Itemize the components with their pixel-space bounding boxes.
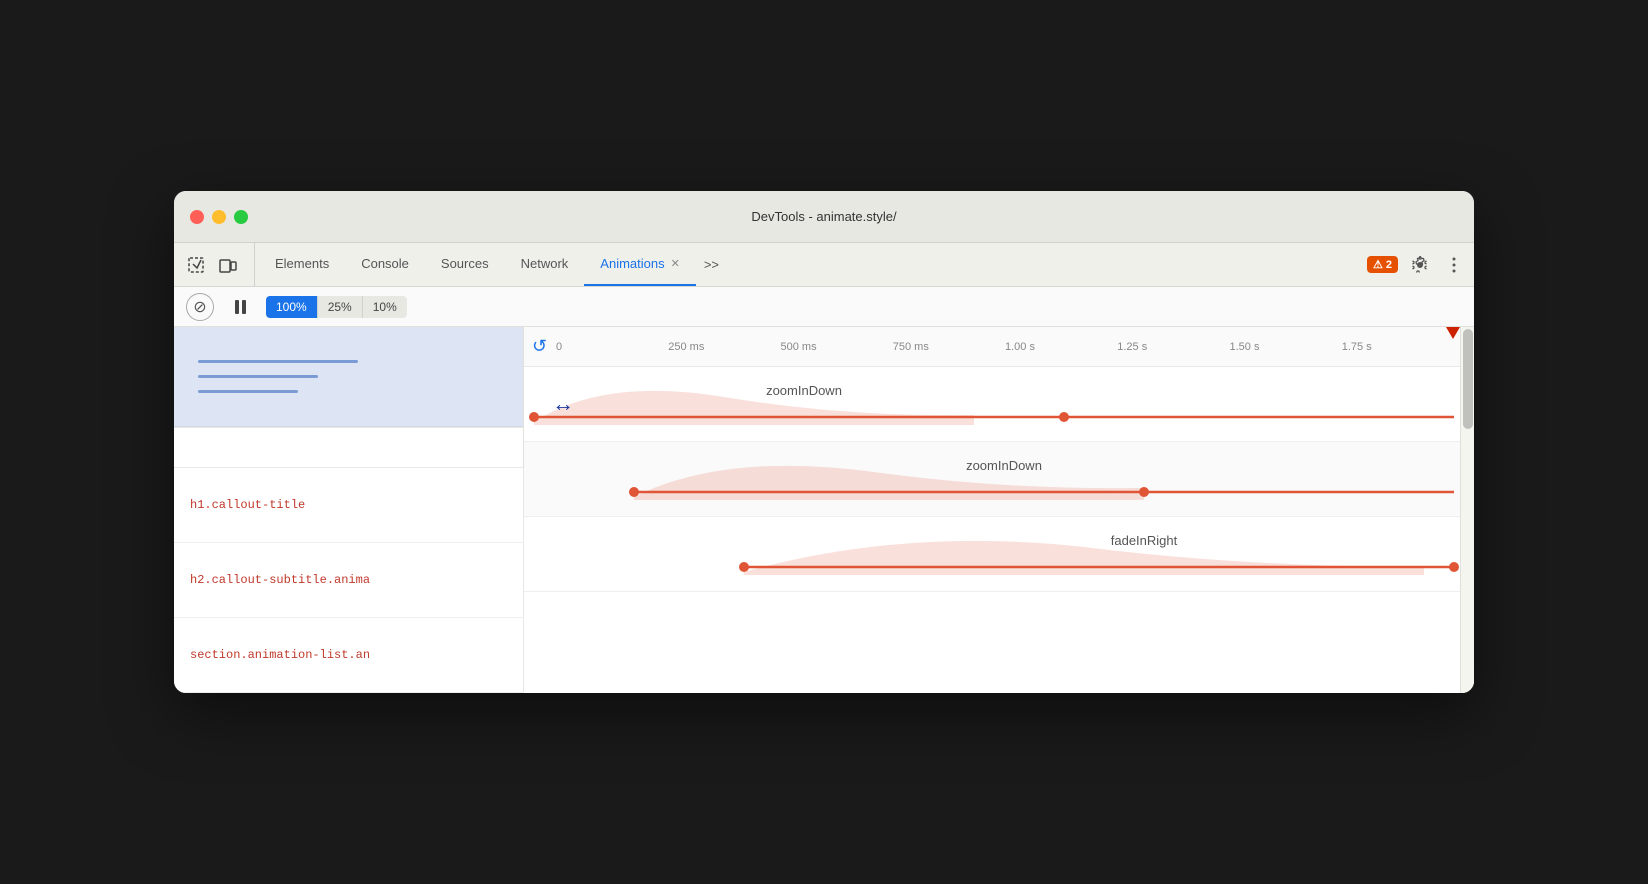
ruler-mark-500: 500 ms — [779, 341, 891, 353]
anim-track-row1: ↔ zoomInDown — [524, 367, 1460, 442]
maximize-button[interactable] — [234, 210, 248, 224]
devtools-panel: Elements Console Sources Network Animati… — [174, 243, 1474, 693]
animation-tracks-column: ↺ 0 250 ms 500 ms 750 ms 1.00 s 1.25 s 1… — [524, 327, 1460, 693]
toolbar-icons — [182, 243, 255, 286]
anim-track-row2: zoomInDown — [524, 442, 1460, 517]
tab-network[interactable]: Network — [505, 243, 585, 286]
speed-25-button[interactable]: 25% — [318, 296, 363, 318]
ruler-mark-175s: 1.75 s — [1340, 341, 1452, 353]
speed-10-button[interactable]: 10% — [363, 296, 407, 318]
svg-text:zoomInDown: zoomInDown — [966, 458, 1042, 473]
svg-text:fadeInRight: fadeInRight — [1111, 533, 1178, 548]
more-options-button[interactable] — [1442, 251, 1466, 279]
ruler-mark-15s: 1.50 s — [1228, 341, 1340, 353]
scrollbar-thumb[interactable] — [1463, 329, 1473, 429]
timeline-ruler: ↺ 0 250 ms 500 ms 750 ms 1.00 s 1.25 s 1… — [524, 327, 1460, 367]
ruler-spacer — [174, 428, 523, 468]
speed-controls: 100% 25% 10% — [266, 296, 407, 318]
tab-close-animations[interactable]: ✕ — [671, 257, 680, 270]
track-svg-row3: fadeInRight — [524, 517, 1460, 591]
animations-panel: ⊘ 100% 25% 10% — [174, 287, 1474, 693]
track-svg-row2: zoomInDown — [524, 442, 1460, 516]
toolbar-right: ⚠ 2 — [1359, 243, 1466, 286]
animations-toolbar: ⊘ 100% 25% 10% — [174, 287, 1474, 327]
ruler-mark-750: 750 ms — [891, 341, 1003, 353]
preview-line-3 — [198, 390, 298, 393]
timeline-cursor[interactable] — [1446, 327, 1460, 366]
tab-elements[interactable]: Elements — [259, 243, 345, 286]
inspector-icon[interactable] — [182, 251, 210, 279]
window-title: DevTools - animate.style/ — [751, 209, 896, 224]
animation-tracks: ↔ zoomInDown — [524, 367, 1460, 592]
ruler-mark-0: 0 — [554, 341, 666, 353]
clear-animations-button[interactable]: ⊘ — [186, 293, 214, 321]
anim-track-row3: fadeInRight — [524, 517, 1460, 592]
devtools-window: DevTools - animate.style/ — [174, 191, 1474, 693]
ruler-mark-250: 250 ms — [666, 341, 778, 353]
tab-sources[interactable]: Sources — [425, 243, 505, 286]
scrollbar[interactable] — [1460, 327, 1474, 693]
pause-animations-button[interactable] — [226, 293, 254, 321]
ruler-mark-1s: 1.00 s — [1003, 341, 1115, 353]
titlebar: DevTools - animate.style/ — [174, 191, 1474, 243]
traffic-lights — [190, 210, 248, 224]
preview-line-2 — [198, 375, 318, 378]
error-badge[interactable]: ⚠ 2 — [1367, 256, 1398, 273]
main-toolbar: Elements Console Sources Network Animati… — [174, 243, 1474, 287]
minimize-button[interactable] — [212, 210, 226, 224]
more-tabs-button[interactable]: >> — [696, 243, 727, 286]
settings-button[interactable] — [1406, 251, 1434, 279]
tab-console[interactable]: Console — [345, 243, 425, 286]
drag-resize-arrow-row1[interactable]: ↔ — [552, 391, 574, 417]
track-svg-row1: zoomInDown — [524, 367, 1460, 441]
tabs-container: Elements Console Sources Network Animati… — [259, 243, 1359, 286]
close-button[interactable] — [190, 210, 204, 224]
animation-labels-column: h1.callout-title h2.callout-subtitle.ani… — [174, 327, 524, 693]
replay-button[interactable]: ↺ — [532, 336, 547, 357]
anim-label-row2[interactable]: h2.callout-subtitle.anima — [174, 543, 524, 618]
anim-label-row3[interactable]: section.animation-list.an — [174, 618, 524, 693]
svg-text:zoomInDown: zoomInDown — [766, 383, 842, 398]
speed-100-button[interactable]: 100% — [266, 296, 318, 318]
preview-line-1 — [198, 360, 358, 363]
device-mode-icon[interactable] — [214, 251, 242, 279]
ruler-marks: 0 250 ms 500 ms 750 ms 1.00 s 1.25 s 1.5… — [554, 341, 1452, 353]
ruler-mark-125s: 1.25 s — [1115, 341, 1227, 353]
animation-timeline: h1.callout-title h2.callout-subtitle.ani… — [174, 327, 1474, 693]
anim-label-row1[interactable]: h1.callout-title — [174, 468, 524, 543]
tab-animations[interactable]: Animations ✕ — [584, 243, 696, 286]
animation-preview — [174, 327, 523, 427]
